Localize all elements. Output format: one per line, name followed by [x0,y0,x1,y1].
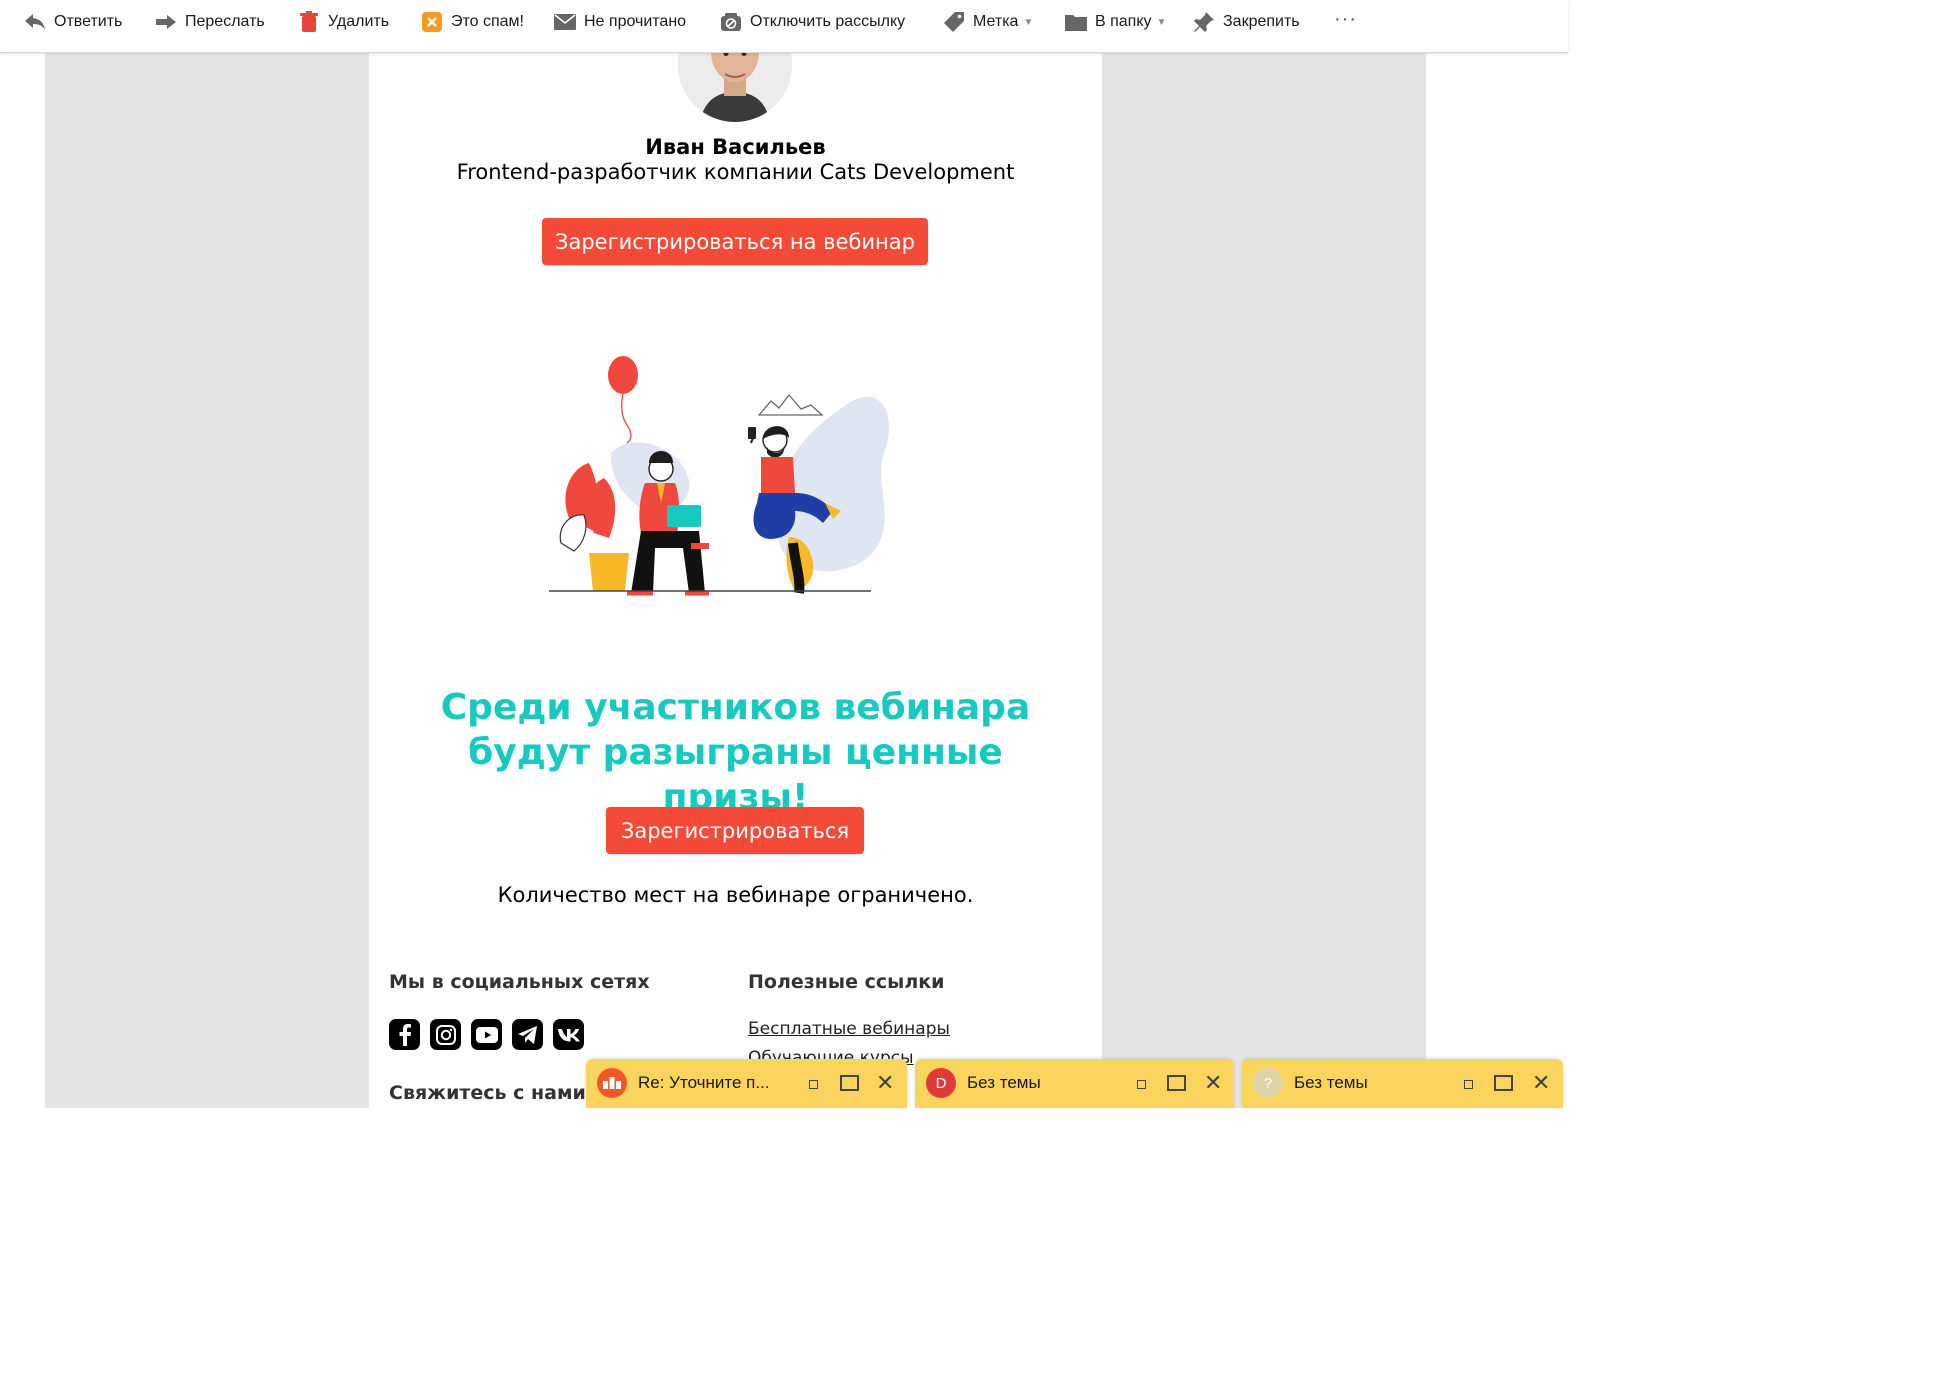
label-button[interactable]: Метка ▼ [943,10,1033,34]
spam-icon [421,11,443,33]
unread-label: Не прочитано [584,13,687,30]
tag-icon [943,11,965,33]
label-label: Метка [973,13,1019,30]
tab-title: Re: Уточните п... [638,1073,770,1092]
register-button[interactable]: Зарегистрироваться [606,807,864,854]
maximize-icon[interactable] [1494,1075,1513,1091]
maximize-icon[interactable] [1167,1075,1186,1091]
tab-title: Без темы [1294,1073,1368,1092]
chevron-down-icon: ▼ [1023,16,1034,28]
delete-button[interactable]: Удалить [298,10,389,34]
maximize-icon[interactable] [840,1075,859,1091]
pin-label: Закрепить [1223,13,1300,30]
reply-button[interactable]: Ответить [24,10,122,34]
avatar: ? [1253,1068,1283,1098]
minimize-icon[interactable] [809,1080,818,1089]
spam-button[interactable]: Это спам! [421,10,524,34]
speaker-name: Иван Васильев [645,135,826,159]
forward-button[interactable]: Переслать [155,10,265,34]
avatar: D [926,1068,956,1098]
unsubscribe-label: Отключить рассылку [750,13,906,30]
register-webinar-button[interactable]: Зарегистрироваться на вебинар [542,218,928,265]
message-toolbar: Ответить Переслать Удалить Это спам! Не … [0,0,1568,53]
youtube-icon[interactable] [471,1019,502,1050]
trash-icon [298,11,320,33]
tab-title: Без темы [967,1073,1041,1092]
minimize-icon[interactable] [1464,1080,1473,1089]
pin-icon [1193,11,1215,33]
forward-label: Переслать [185,13,265,30]
email-body: Иван Васильев Frontend-разработчик компа… [369,53,1102,1108]
compose-tab-2[interactable]: D Без темы ✕ [915,1059,1234,1108]
minimize-icon[interactable] [1137,1080,1146,1089]
forward-icon [155,11,177,33]
folder-icon [1065,11,1087,33]
move-to-folder-button[interactable]: В папку ▼ [1065,10,1166,34]
unsubscribe-icon [720,11,742,33]
close-icon[interactable]: ✕ [1532,1070,1550,1096]
unsubscribe-button[interactable]: Отключить рассылку [720,10,905,34]
reply-icon [24,11,46,33]
facebook-icon[interactable] [389,1019,420,1050]
limited-seats-text: Количество мест на вебинаре ограничено. [497,883,974,907]
speaker-role: Frontend-разработчик компании Cats Devel… [456,160,1015,184]
close-icon[interactable]: ✕ [876,1070,894,1096]
contact-heading: Свяжитесь с нами [389,1082,586,1104]
delete-label: Удалить [328,13,390,30]
more-options-button[interactable]: ··· [1334,8,1357,31]
free-webinars-link[interactable]: Бесплатные вебинары [748,1019,950,1039]
envelope-icon [554,11,576,33]
instagram-icon[interactable] [430,1019,461,1050]
mark-unread-button[interactable]: Не прочитано [554,10,686,34]
chevron-down-icon: ▼ [1156,16,1167,28]
spam-label: Это спам! [451,13,524,30]
compose-tab-3[interactable]: ? Без темы ✕ [1242,1059,1563,1108]
close-icon[interactable]: ✕ [1204,1070,1222,1096]
useful-links-heading: Полезные ссылки [748,971,945,993]
social-heading: Мы в социальных сетях [389,971,650,993]
pin-button[interactable]: Закрепить [1193,10,1300,34]
compose-tab-1[interactable]: Re: Уточните п... ✕ [586,1059,907,1108]
speaker-avatar [678,53,792,122]
telegram-icon[interactable] [512,1019,543,1050]
prize-heading: Среди участников вебинара будут разыгран… [440,687,1031,818]
service-logo-icon [597,1068,627,1098]
to-folder-label: В папку [1095,13,1152,30]
reply-label: Ответить [54,13,123,30]
webinar-illustration [549,343,909,613]
social-icons [389,1019,584,1050]
vk-icon[interactable] [553,1019,584,1050]
